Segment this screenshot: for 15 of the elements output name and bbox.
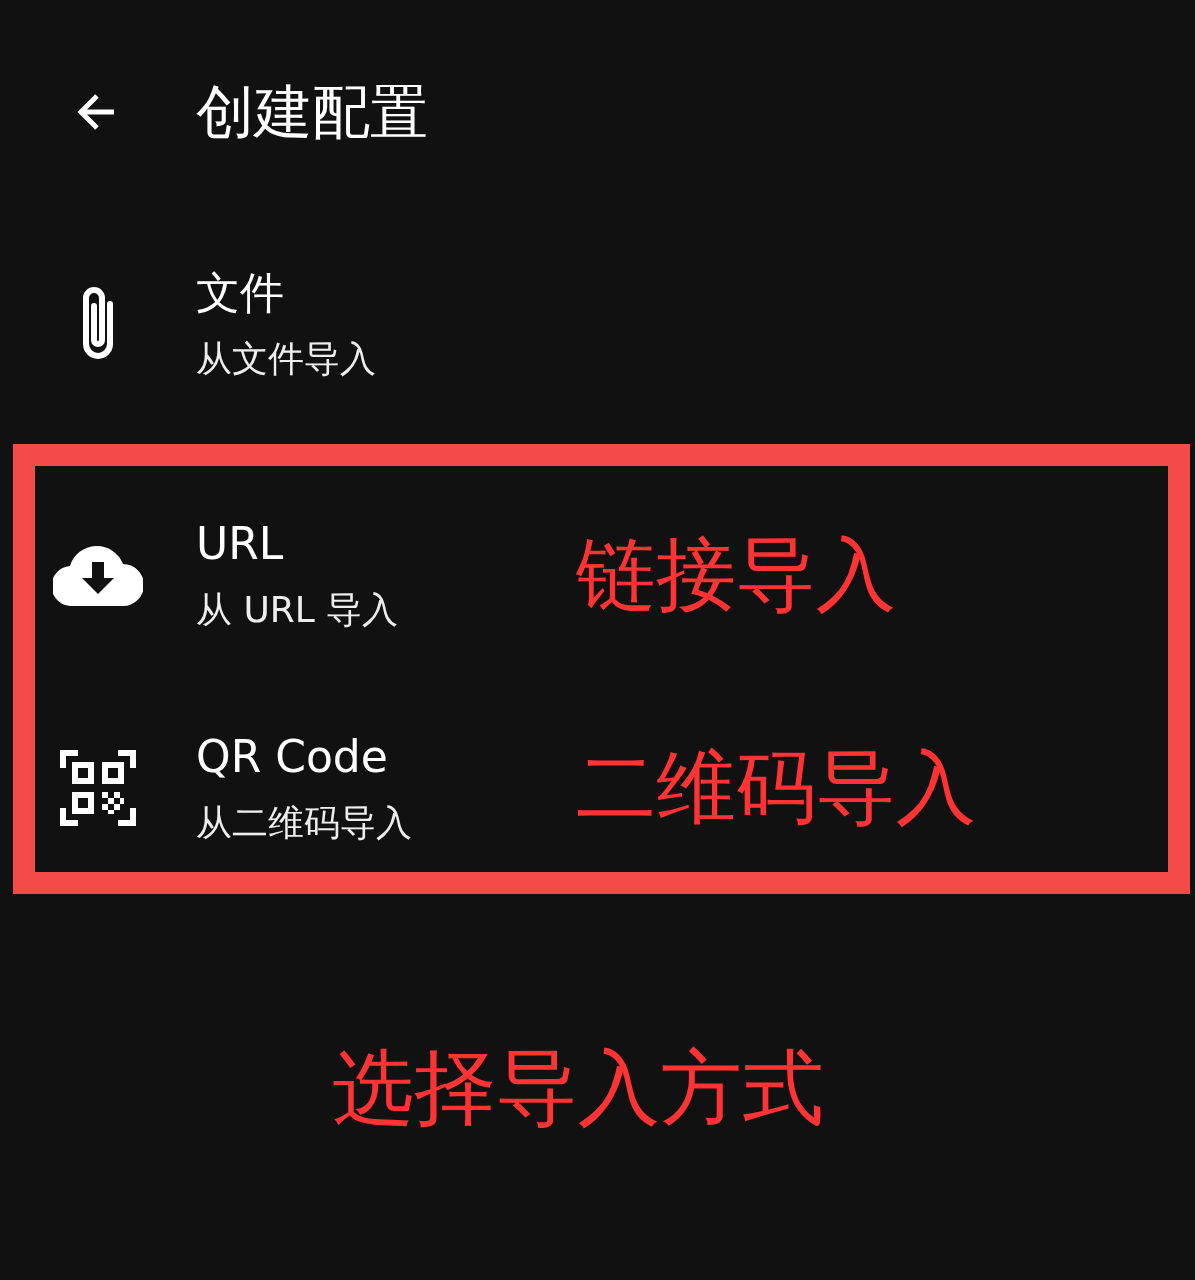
item-title: QR Code xyxy=(196,734,389,779)
annotation-label: 二维码导入 xyxy=(576,743,976,832)
annotation-label: 链接导入 xyxy=(576,530,896,619)
item-subtitle: 从二维码导入 xyxy=(196,804,413,841)
item-subtitle: 从文件导入 xyxy=(196,341,377,377)
item-title: URL xyxy=(196,521,285,566)
annotation-caption: 选择导入方式 xyxy=(330,1039,825,1137)
list-item[interactable]: 文件 从文件导入 xyxy=(0,224,1195,424)
cloud-download-icon xyxy=(53,543,143,606)
item-title: 文件 xyxy=(196,271,285,315)
item-subtitle: 从 URL 导入 xyxy=(196,591,400,628)
list-item[interactable]: URL 从 URL 导入 链接导入 xyxy=(35,468,1168,681)
qr-code-icon xyxy=(60,749,136,826)
list-item[interactable]: QR Code 从二维码导入 二维码导入 xyxy=(35,681,1168,894)
page-title: 创建配置 xyxy=(196,83,428,141)
